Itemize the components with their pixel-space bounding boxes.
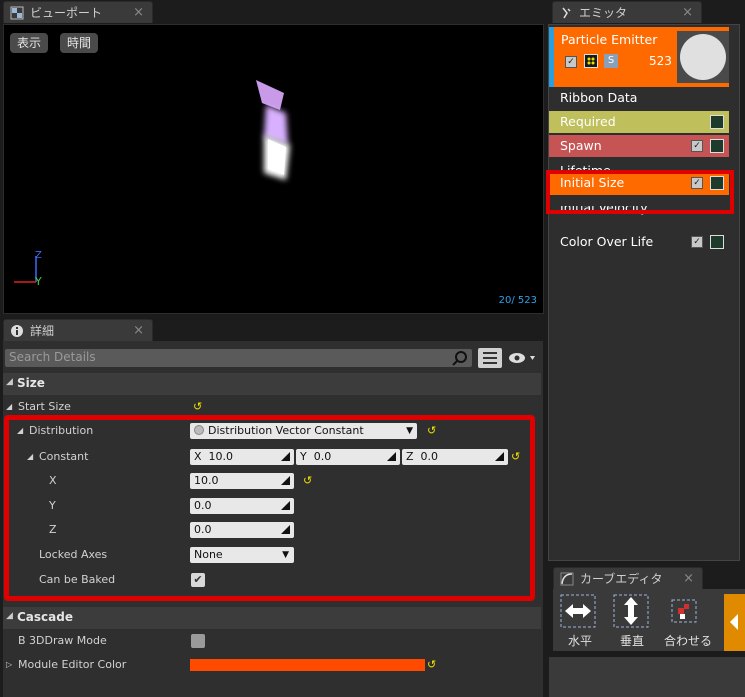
tab-details[interactable]: 詳細 × (3, 319, 153, 341)
curve-editor-icon (560, 572, 574, 586)
search-input[interactable]: Search Details (5, 349, 472, 367)
vertical-label: 垂直 (620, 634, 645, 648)
module-spawn[interactable]: Spawn ✓ (549, 135, 729, 157)
b3d-draw-mode-checkbox[interactable] (191, 634, 205, 648)
highlight-frame (4, 415, 535, 601)
close-icon[interactable]: × (133, 5, 144, 20)
time-button[interactable]: 時間 (60, 33, 99, 53)
expand-arrow-icon[interactable]: ▷ (6, 653, 12, 677)
tab-curve-editor[interactable]: カーブエディタ × (553, 567, 703, 589)
emitter-enable-checkbox[interactable]: ✓ (565, 56, 577, 68)
emitter-icon (559, 6, 573, 20)
tab-viewport[interactable]: ビューポート × (3, 1, 153, 23)
module-color-over-life[interactable]: Color Over Life ✓ (549, 231, 729, 253)
row-module-editor-color: ▷ Module Editor Color ↺ (3, 653, 541, 677)
emitter-header[interactable]: Particle Emitter ✓ S 523 (549, 27, 729, 87)
section-cascade[interactable]: ◢ Cascade (3, 607, 541, 629)
tab-details-label: 詳細 (30, 324, 55, 338)
tab-emitter-label: エミッタ (579, 6, 628, 20)
fit-button[interactable] (668, 596, 704, 630)
viewport-canvas[interactable]: 表示 時間 Z Y 20/ 523 (3, 24, 544, 314)
emitter-particle-count: 523 (649, 54, 672, 68)
graph-icon[interactable] (710, 139, 724, 153)
collapse-arrow-icon: ◢ (6, 377, 13, 387)
fit-label: 合わせる (664, 634, 713, 648)
module-ribbon-data[interactable]: Ribbon Data (549, 87, 729, 109)
collapse-arrow-icon: ◢ (6, 611, 13, 621)
render-mode-icon[interactable] (584, 54, 598, 68)
horizontal-fit-button[interactable] (560, 594, 596, 630)
fit-icon (671, 599, 697, 623)
emitter-name: Particle Emitter (561, 32, 658, 47)
tab-viewport-label: ビューポート (30, 6, 103, 20)
info-icon (10, 324, 24, 338)
emitter-thumbnail (677, 31, 729, 83)
row-b3d-draw-mode: B 3DDraw Mode (3, 629, 541, 653)
axis-y-label: Y (35, 275, 42, 288)
axis-gizmo (14, 256, 37, 283)
tab-curve-editor-label: カーブエディタ (580, 572, 663, 586)
section-size[interactable]: ◢ Size (3, 373, 541, 395)
module-required[interactable]: Required (549, 111, 729, 133)
emitter-panel: Particle Emitter ✓ S 523 Ribbon Data Req… (548, 24, 740, 561)
view-options-icon[interactable] (478, 348, 502, 368)
axis-z-label: Z (35, 250, 42, 261)
reset-icon[interactable]: ↺ (427, 653, 436, 677)
eye-icon[interactable] (507, 352, 539, 364)
module-enable-checkbox[interactable]: ✓ (691, 140, 703, 152)
search-icon (452, 350, 468, 369)
close-icon[interactable]: × (682, 5, 693, 20)
tab-emitter[interactable]: エミッタ × (552, 1, 702, 23)
viewport-icon (10, 6, 24, 20)
show-button[interactable]: 表示 (10, 33, 49, 53)
close-icon[interactable]: × (133, 323, 144, 338)
graph-icon[interactable] (710, 235, 724, 249)
highlight-frame (546, 170, 734, 214)
particle-preview (256, 80, 290, 180)
horizontal-fit-icon (560, 594, 596, 628)
graph-icon[interactable] (710, 115, 724, 129)
orange-tool-button[interactable] (724, 594, 745, 651)
vertical-fit-icon (613, 594, 649, 628)
module-enable-checkbox[interactable]: ✓ (691, 236, 703, 248)
vertical-fit-button[interactable] (613, 594, 649, 630)
close-icon[interactable]: × (683, 571, 694, 586)
horizontal-label: 水平 (568, 634, 593, 648)
curve-graph-area[interactable] (549, 657, 745, 697)
solo-button[interactable]: S (604, 54, 618, 68)
particle-counter: 20/ 523 (498, 295, 537, 306)
module-color-swatch[interactable] (190, 659, 425, 671)
